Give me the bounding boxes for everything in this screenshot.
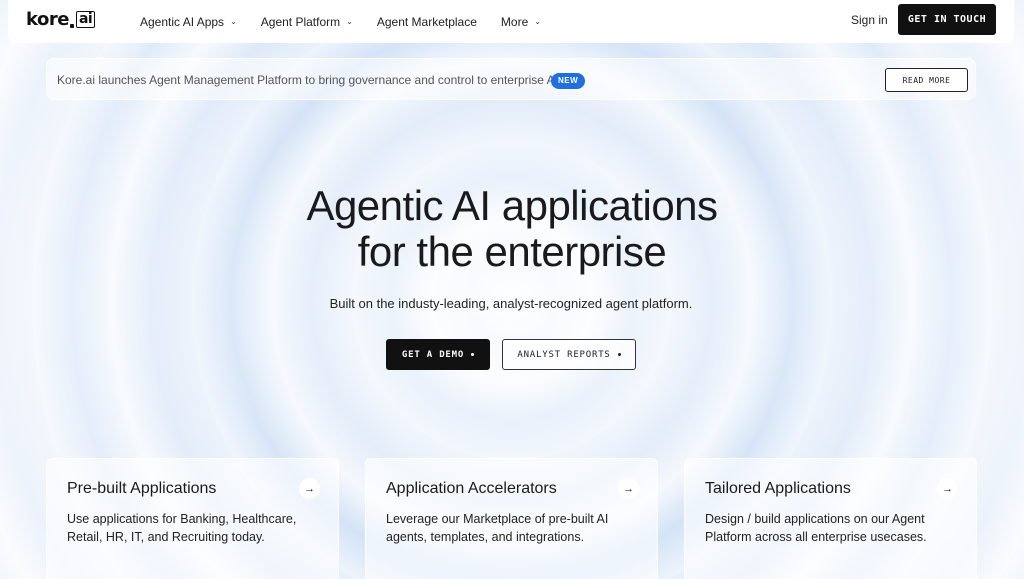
logo-dot — [69, 23, 74, 28]
nav-agent-platform[interactable]: Agent Platform ⌄ — [261, 15, 353, 29]
card-title: Tailored Applications — [705, 480, 851, 497]
hero-subtitle: Built on the industy-leading, analyst-re… — [329, 296, 693, 311]
sign-in-link[interactable]: Sign in — [851, 13, 888, 27]
get-in-touch-button[interactable]: GET IN TOUCH — [898, 4, 996, 35]
top-navbar: kore ai Agentic AI Apps ⌄ Agent Platform… — [8, 0, 1014, 43]
arrow-right-icon[interactable]: → — [937, 478, 958, 499]
card-tailored-applications[interactable]: Tailored Applications → Design / build a… — [684, 458, 977, 579]
card-title: Application Accelerators — [386, 480, 557, 497]
card-description: Use applications for Banking, Healthcare… — [67, 512, 297, 544]
chevron-down-icon: ⌄ — [534, 17, 541, 26]
nav-agentic-ai-apps[interactable]: Agentic AI Apps ⌄ — [140, 15, 237, 29]
new-badge: NEW — [551, 73, 586, 89]
hero-title-line-1: Agentic AI applications — [306, 182, 718, 229]
logo-text: kore — [26, 9, 69, 30]
announcement-text: Kore.ai launches Agent Management Platfo… — [57, 73, 558, 87]
logo-ai-box: ai — [75, 11, 96, 28]
chevron-down-icon: ⌄ — [230, 17, 237, 26]
get-a-demo-label: GET A DEMO — [401, 349, 465, 360]
arrow-right-icon[interactable]: → — [618, 478, 639, 499]
bullet-icon — [617, 352, 621, 356]
kore-logo[interactable]: kore ai — [26, 9, 96, 30]
card-application-accelerators[interactable]: Application Accelerators → Leverage our … — [365, 458, 658, 579]
analyst-reports-label: ANALYST REPORTS — [517, 349, 611, 360]
get-a-demo-button[interactable]: GET A DEMO — [386, 339, 490, 370]
card-description: Design / build applications on our Agent… — [705, 512, 927, 544]
read-more-button[interactable]: READ MORE — [885, 68, 968, 92]
nav-more[interactable]: More ⌄ — [501, 15, 541, 29]
card-title: Pre-built Applications — [67, 480, 217, 497]
analyst-reports-button[interactable]: ANALYST REPORTS — [502, 339, 636, 370]
main-nav: Agentic AI Apps ⌄ Agent Platform ⌄ Agent… — [140, 0, 565, 43]
announcement-bar: Kore.ai launches Agent Management Platfo… — [46, 58, 976, 100]
bullet-icon — [471, 352, 475, 356]
nav-link-label: Agentic AI Apps — [140, 14, 225, 29]
chevron-down-icon: ⌄ — [346, 17, 353, 26]
nav-link-label: More — [500, 14, 529, 29]
arrow-right-icon[interactable]: → — [299, 478, 320, 499]
nav-link-label: Agent Platform — [260, 14, 341, 29]
hero-title-line-2: for the enterprise — [357, 228, 667, 275]
nav-agent-marketplace[interactable]: Agent Marketplace — [377, 15, 477, 29]
nav-link-label: Agent Marketplace — [376, 14, 477, 29]
card-prebuilt-applications[interactable]: Pre-built Applications → Use application… — [46, 458, 339, 579]
hero-title: Agentic AI applications for the enterpri… — [0, 183, 1024, 275]
card-description: Leverage our Marketplace of pre-built AI… — [386, 512, 609, 544]
